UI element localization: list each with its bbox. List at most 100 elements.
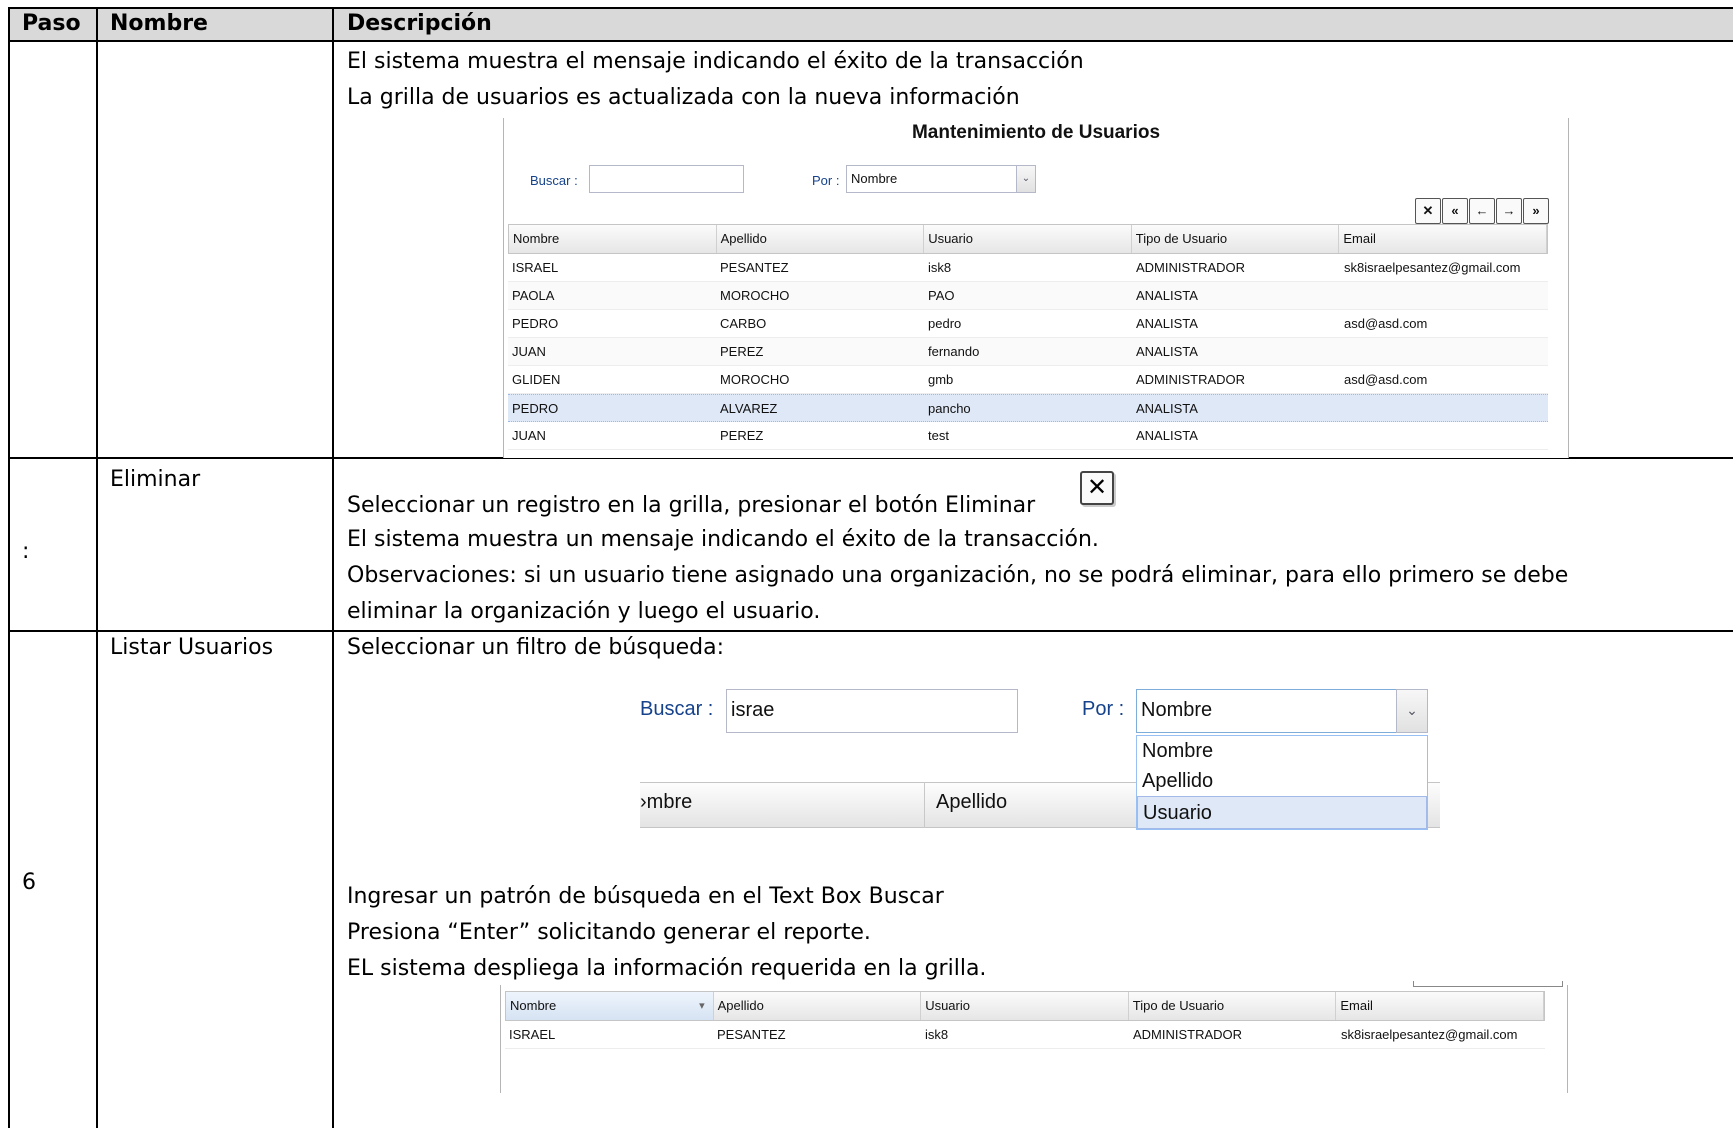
header-descripcion: Descripción [347,8,492,40]
table-cell: asd@asd.com [1344,316,1428,331]
table-cell [1340,282,1548,309]
table-row[interactable]: PAOLA MOROCHO PAO ANALISTA [508,282,1548,310]
filter-screenshot: Buscar : israe Por : Nombre ⌄ ›mbre Apel… [640,680,1440,830]
dropdown-option-usuario[interactable]: Usuario [1137,796,1427,829]
dropdown-option-nombre[interactable]: Nombre [1137,736,1427,766]
table-row[interactable]: JUAN PEREZ test ANALISTA [508,422,1548,450]
col-tipo[interactable]: Tipo de Usuario [1132,225,1340,253]
table-cell [1340,422,1548,449]
row1-line1: El sistema muestra el mensaje indicando … [347,49,1084,74]
grid-header-filtered: Nombre ▾ Apellido Usuario Tipo de Usuari… [505,991,1545,1021]
first-page-icon[interactable]: « [1442,198,1468,224]
row2-paso: : [22,539,30,564]
table-cell: PEDRO [512,401,559,416]
pager-remnant [1413,981,1563,987]
table-header [8,8,1733,40]
table-border-top [8,7,1733,9]
table-cell: isk8 [925,1027,949,1042]
col-apellido[interactable]: Apellido [717,225,925,253]
chevron-down-icon[interactable]: ⌄ [1396,689,1428,733]
row3-intro: Seleccionar un filtro de búsqueda: [347,635,725,660]
row2-line3: Observaciones: si un usuario tiene asign… [347,563,1569,588]
table-border-row2 [8,630,1733,632]
table-cell: ANALISTA [1136,288,1198,303]
table-cell: PESANTEZ [717,1027,786,1042]
screenshot-title: Mantenimiento de Usuarios [911,122,1161,143]
col-usuario[interactable]: Usuario [924,225,1132,253]
table-cell: ISRAEL [509,1027,556,1042]
row3-paso: 6 [22,870,36,895]
table-row[interactable]: ISRAEL PESANTEZ isk8 ADMINISTRADOR sk8israel… [505,1021,1545,1049]
table-cell: ADMINISTRADOR [1133,1027,1243,1042]
close-icon[interactable]: ✕ [1415,198,1441,224]
table-cell: JUAN [512,344,546,359]
close-x-icon: ✕ [1080,471,1114,505]
row3-line2: Presiona “Enter” solicitando generar el … [347,920,871,945]
next-page-icon[interactable]: → [1496,198,1522,224]
row2-nombre: Eliminar [110,467,201,492]
buscar-label: Buscar : [530,173,578,188]
table-cell: pancho [928,401,971,416]
filter-select[interactable]: Nombre ⌄ [846,165,1036,193]
col-divider [924,782,925,828]
table-cell [1340,395,1548,421]
table-cell [1340,338,1548,365]
table-cell: sk8israelpesantez@gmail.com [1344,260,1521,275]
table-cell: ADMINISTRADOR [1136,260,1246,275]
col-nombre-sorted[interactable]: Nombre ▾ [506,992,714,1020]
table-cell: ANALISTA [1136,316,1198,331]
row3-line3: EL sistema despliega la información requ… [347,956,987,981]
col-email[interactable]: Email [1339,225,1547,253]
table-cell: ISRAEL [512,260,559,275]
table-cell: GLIDEN [512,372,561,387]
sort-desc-icon: ▾ [699,1000,705,1012]
col-tipo[interactable]: Tipo de Usuario [1129,992,1337,1020]
col-apellido[interactable]: Apellido [714,992,922,1020]
row2-line1: Seleccionar un registro en la grilla, pr… [347,493,1036,518]
row1-line2: La grilla de usuarios es actualizada con… [347,85,1020,110]
user-maintenance-screenshot: Mantenimiento de Usuarios Buscar : Por :… [503,118,1569,458]
table-cell: ANALISTA [1136,344,1198,359]
table-row[interactable]: ISRAEL PESANTEZ isk8 ADMINISTRADOR sk8israel… [508,254,1548,282]
table-cell: PESANTEZ [720,260,789,275]
por-label: Por : [812,173,840,188]
col-apellido-partial: Apellido [936,791,1008,813]
col-nombre[interactable]: Nombre [509,225,717,253]
row3-nombre: Listar Usuarios [110,635,274,660]
col-usuario[interactable]: Usuario [921,992,1129,1020]
table-row[interactable]: GLIDEN MOROCHO gmb ADMINISTRADOR asd@asd.com [508,366,1548,394]
chevron-down-icon[interactable]: ⌄ [1016,165,1036,193]
pager-toolbar: ✕ « ← → » [1414,198,1549,224]
table-cell: PEREZ [720,428,764,443]
table-border-col1 [96,7,98,1128]
row2-line2: El sistema muestra un mensaje indicando … [347,527,1099,552]
table-row[interactable]: PEDRO ALVAREZ pancho ANALISTA [508,394,1548,422]
prev-page-icon[interactable]: ← [1469,198,1495,224]
table-cell: ADMINISTRADOR [1136,372,1246,387]
search-input[interactable] [589,165,744,193]
row2-line4: eliminar la organización y luego el usua… [347,599,821,624]
table-cell: JUAN [512,428,546,443]
dropdown-list: Nombre Apellido Usuario [1136,735,1428,830]
table-cell: test [928,428,949,443]
header-paso: Paso [22,8,81,40]
search-input-large[interactable]: israe [726,689,1018,733]
row3-line1: Ingresar un patrón de búsqueda en el Tex… [347,884,944,909]
table-cell: PEREZ [720,344,764,359]
table-cell: isk8 [928,260,952,275]
table-cell: pedro [928,316,962,331]
table-border-left [8,7,10,1128]
table-cell: CARBO [720,316,767,331]
filter-select-large[interactable]: Nombre ⌄ [1136,689,1428,733]
last-page-icon[interactable]: » [1523,198,1549,224]
table-cell: ANALISTA [1136,401,1198,416]
col-email[interactable]: Email [1336,992,1544,1020]
table-cell: MOROCHO [720,372,790,387]
filter-select-large-value: Nombre [1141,699,1213,721]
table-row[interactable]: JUAN PEREZ fernando ANALISTA [508,338,1548,366]
dropdown-option-apellido[interactable]: Apellido [1137,766,1427,796]
grid-header: Nombre Apellido Usuario Tipo de Usuario … [508,224,1548,254]
table-cell: PEDRO [512,316,559,331]
table-row[interactable]: PEDRO CARBO pedro ANALISTA asd@asd.com [508,310,1548,338]
table-cell: asd@asd.com [1344,372,1428,387]
